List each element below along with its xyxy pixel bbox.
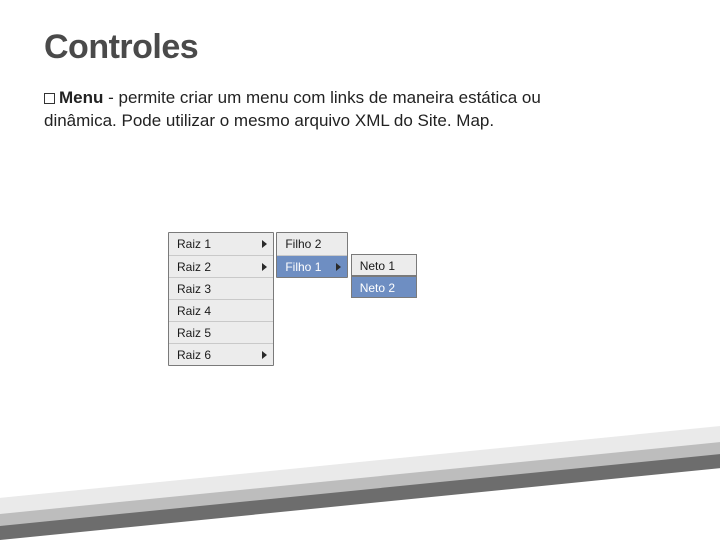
menu-root-item[interactable]: Raiz 1 [169, 233, 273, 255]
decorative-bar [0, 437, 720, 538]
menu-item-label: Filho 1 [285, 260, 321, 274]
submenu-arrow-icon [336, 263, 341, 271]
submenu-arrow-icon [262, 351, 267, 359]
menu-child-item[interactable]: Filho 1 [277, 255, 347, 277]
body-paragraph: Menu - permite criar um menu com links d… [44, 87, 604, 133]
paragraph-text: - permite criar um menu com links de man… [44, 88, 541, 130]
menu-grand-column: Neto 1 Neto 2 [351, 232, 417, 298]
submenu-arrow-icon [262, 263, 267, 271]
menu-root-item[interactable]: Raiz 3 [169, 277, 273, 299]
menu-demo: Raiz 1 Raiz 2 Raiz 3 Raiz 4 Raiz 5 Raiz … [168, 232, 417, 366]
menu-item-label: Filho 2 [285, 237, 321, 251]
decorative-bar [0, 449, 720, 540]
menu-item-label: Raiz 6 [177, 348, 211, 362]
menu-item-label: Raiz 5 [177, 326, 211, 340]
menu-grand-item[interactable]: Neto 2 [351, 276, 417, 298]
menu-item-label: Raiz 4 [177, 304, 211, 318]
menu-child-item[interactable]: Filho 2 [277, 233, 347, 255]
menu-item-label: Raiz 2 [177, 260, 211, 274]
decorative-bar [0, 421, 720, 526]
menu-root-item[interactable]: Raiz 6 [169, 343, 273, 365]
checkbox-icon [44, 93, 55, 104]
term-menu: Menu [59, 88, 103, 107]
menu-child-column: Filho 2 Filho 1 [276, 232, 348, 278]
menu-item-label: Neto 1 [360, 259, 395, 273]
menu-item-label: Raiz 3 [177, 282, 211, 296]
menu-root-column: Raiz 1 Raiz 2 Raiz 3 Raiz 4 Raiz 5 Raiz … [168, 232, 274, 366]
menu-root-item[interactable]: Raiz 2 [169, 255, 273, 277]
decorative-footer [0, 430, 720, 540]
menu-item-label: Raiz 1 [177, 237, 211, 251]
menu-spacer [351, 232, 417, 254]
slide-title: Controles [44, 28, 676, 67]
menu-root-item[interactable]: Raiz 4 [169, 299, 273, 321]
menu-item-label: Neto 2 [360, 281, 395, 295]
menu-grand-item[interactable]: Neto 1 [351, 254, 417, 276]
submenu-arrow-icon [262, 240, 267, 248]
menu-root-item[interactable]: Raiz 5 [169, 321, 273, 343]
slide: Controles Menu - permite criar um menu c… [0, 0, 720, 540]
